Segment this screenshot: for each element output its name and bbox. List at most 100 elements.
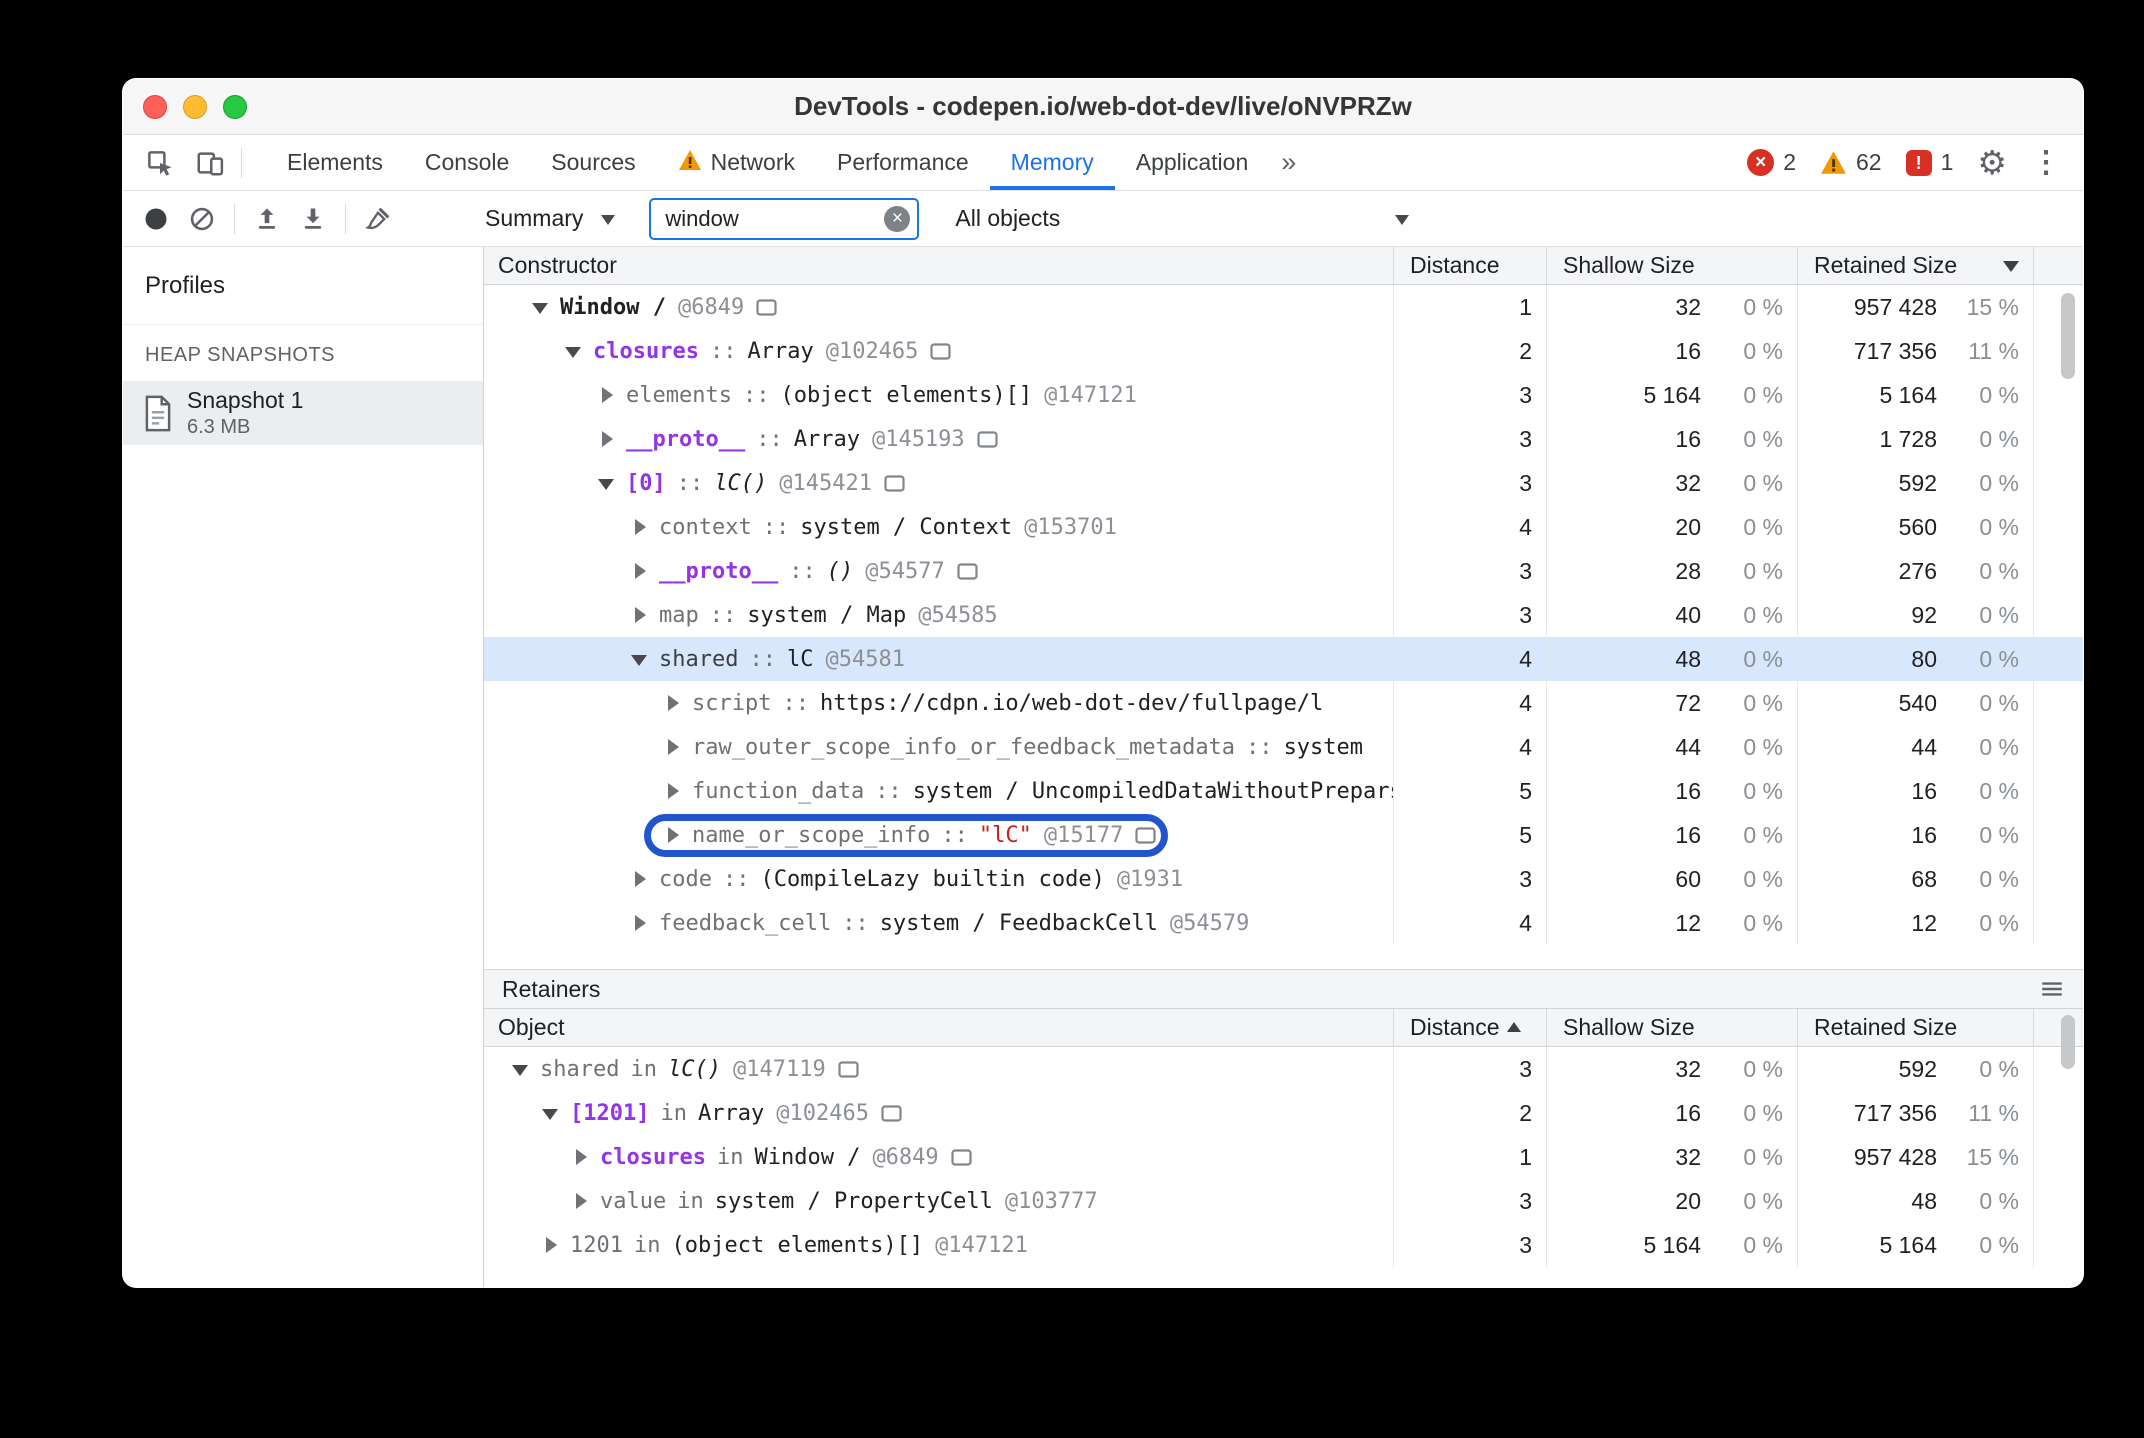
- reveal-object-icon[interactable]: [881, 1104, 902, 1122]
- tree-row[interactable]: Window / @6849 1 32 0 % 957 428 15 %: [484, 285, 2083, 329]
- row-value: system: [1283, 734, 1364, 760]
- more-tabs-button[interactable]: »: [1269, 135, 1308, 190]
- disclosure-triangle[interactable]: [596, 383, 618, 407]
- tree-row[interactable]: raw_outer_scope_info_or_feedback_metadat…: [484, 725, 2083, 769]
- reveal-object-icon[interactable]: [977, 430, 998, 448]
- row-distance: 3: [1393, 373, 1546, 417]
- disclosure-triangle[interactable]: [662, 691, 684, 715]
- disclosure-triangle[interactable]: [570, 1189, 592, 1213]
- column-header-shallow-size[interactable]: Shallow Size: [1546, 247, 1797, 284]
- clear-all-broom-icon[interactable]: [355, 196, 401, 242]
- column-header-retained-size[interactable]: Retained Size: [1797, 247, 2033, 284]
- disclosure-triangle[interactable]: [629, 911, 651, 935]
- clear-profiles-icon[interactable]: [179, 196, 225, 242]
- disclosure-triangle[interactable]: [540, 1233, 562, 1257]
- column-header-shallow-size[interactable]: Shallow Size: [1546, 1009, 1797, 1046]
- tab-console[interactable]: Console: [404, 135, 530, 190]
- tab-memory[interactable]: Memory: [990, 135, 1115, 190]
- disclosure-triangle[interactable]: [596, 471, 618, 495]
- reveal-object-icon[interactable]: [884, 474, 905, 492]
- disclosure-triangle[interactable]: [570, 1145, 592, 1169]
- more-options-kebab-icon[interactable]: ⋮: [2031, 145, 2061, 180]
- tree-row[interactable]: __proto__ :: Array @145193 3 16 0 % 1 72…: [484, 417, 2083, 461]
- tab-elements[interactable]: Elements: [266, 135, 404, 190]
- tree-row[interactable]: closures in Window / @6849 1 32 0 % 957 …: [484, 1135, 2083, 1179]
- disclosure-triangle[interactable]: [662, 823, 684, 847]
- row-separator: ::: [722, 866, 750, 892]
- disclosure-triangle[interactable]: [629, 515, 651, 539]
- record-heap-snapshot-icon[interactable]: [133, 196, 179, 242]
- row-gutter: [2033, 1047, 2083, 1091]
- tree-row[interactable]: [1201] in Array @102465 2 16 0 % 717 356…: [484, 1091, 2083, 1135]
- column-header-constructor[interactable]: Constructor: [484, 247, 1393, 284]
- disclosure-triangle[interactable]: [662, 779, 684, 803]
- tree-row[interactable]: shared :: lC @54581 4 48 0 % 80 0 %: [484, 637, 2083, 681]
- minimize-window-button[interactable]: [183, 95, 207, 119]
- snapshot-item[interactable]: Snapshot 1 6.3 MB: [123, 381, 483, 445]
- column-header-distance[interactable]: Distance: [1393, 1009, 1546, 1046]
- tree-row[interactable]: closures :: Array @102465 2 16 0 % 717 3…: [484, 329, 2083, 373]
- disclosure-triangle[interactable]: [596, 427, 618, 451]
- reveal-object-icon[interactable]: [951, 1148, 972, 1166]
- issues-badge[interactable]: ! 1: [1905, 149, 1953, 176]
- perspective-select[interactable]: Summary: [477, 205, 623, 232]
- tree-row[interactable]: map :: system / Map @54585 3 40 0 % 92 0…: [484, 593, 2083, 637]
- column-header-distance[interactable]: Distance: [1393, 247, 1546, 284]
- reveal-object-icon[interactable]: [838, 1060, 859, 1078]
- tab-application[interactable]: Application: [1115, 135, 1270, 190]
- column-header-object[interactable]: Object: [484, 1009, 1393, 1046]
- scrollbar-thumb[interactable]: [2061, 1015, 2075, 1069]
- tree-row[interactable]: feedback_cell :: system / FeedbackCell @…: [484, 901, 2083, 945]
- row-name-cell: 1201 in (object elements)[] @147121: [484, 1223, 1393, 1267]
- device-toolbar-icon[interactable]: [185, 135, 235, 190]
- class-filter-input[interactable]: [649, 197, 920, 240]
- reveal-object-icon[interactable]: [1135, 826, 1156, 844]
- tree-row[interactable]: context :: system / Context @153701 4 20…: [484, 505, 2083, 549]
- console-warnings-badge[interactable]: 62: [1820, 149, 1882, 176]
- retainers-menu-icon[interactable]: [2039, 976, 2065, 1002]
- disclosure-triangle[interactable]: [510, 1057, 532, 1081]
- reveal-object-icon[interactable]: [756, 298, 777, 316]
- disclosure-triangle[interactable]: [629, 603, 651, 627]
- tab-sources[interactable]: Sources: [530, 135, 656, 190]
- object-scope-select[interactable]: All objects: [943, 205, 1421, 232]
- tree-row[interactable]: code :: (CompileLazy builtin code) @1931…: [484, 857, 2083, 901]
- tree-row[interactable]: shared in lC() @147119 3 32 0 % 592 0 %: [484, 1047, 2083, 1091]
- tree-row[interactable]: [0] :: lC() @145421 3 32 0 % 592 0 %: [484, 461, 2083, 505]
- tab-network[interactable]: Network: [657, 135, 816, 190]
- settings-gear-icon[interactable]: ⚙: [1977, 143, 2007, 182]
- disclosure-triangle[interactable]: [563, 339, 585, 363]
- tree-row[interactable]: 1201 in (object elements)[] @147121 3 5 …: [484, 1223, 2083, 1267]
- disclosure-triangle[interactable]: [629, 559, 651, 583]
- load-profile-icon[interactable]: [244, 196, 290, 242]
- status-cluster: × 2 62 ! 1 ⚙ ⋮: [1747, 135, 2083, 190]
- save-profile-icon[interactable]: [290, 196, 336, 242]
- disclosure-triangle[interactable]: [540, 1101, 562, 1125]
- tree-row[interactable]: elements :: (object elements)[] @147121 …: [484, 373, 2083, 417]
- disclosure-triangle[interactable]: [629, 867, 651, 891]
- row-property-name: [0]: [626, 470, 666, 496]
- row-gutter: [2033, 769, 2083, 813]
- disclosure-triangle[interactable]: [530, 295, 552, 319]
- tree-row[interactable]: script :: https://cdpn.io/web-dot-dev/fu…: [484, 681, 2083, 725]
- tree-row[interactable]: __proto__ :: () @54577 3 28 0 % 276 0 %: [484, 549, 2083, 593]
- row-retained-cell: 560 0 %: [1797, 505, 2033, 549]
- reveal-object-icon[interactable]: [930, 342, 952, 360]
- tree-row[interactable]: name_or_scope_info :: "lC" @15177 5 16 0…: [484, 813, 2083, 857]
- zoom-window-button[interactable]: [223, 95, 247, 119]
- inspect-element-icon[interactable]: [135, 135, 185, 190]
- tree-row[interactable]: value in system / PropertyCell @103777 3…: [484, 1179, 2083, 1223]
- row-name-cell: shared :: lC @54581: [484, 637, 1393, 681]
- console-errors-badge[interactable]: × 2: [1747, 149, 1796, 176]
- scrollbar-thumb[interactable]: [2061, 293, 2075, 379]
- tree-row[interactable]: function_data :: system / UncompiledData…: [484, 769, 2083, 813]
- reveal-object-icon[interactable]: [957, 562, 978, 580]
- close-window-button[interactable]: [143, 95, 167, 119]
- disclosure-triangle[interactable]: [662, 735, 684, 759]
- disclosure-triangle[interactable]: [629, 647, 651, 671]
- column-header-retained-size[interactable]: Retained Size: [1797, 1009, 2033, 1046]
- row-value: system / Context: [800, 514, 1013, 540]
- row-retained-size: 276: [1898, 557, 1937, 584]
- clear-search-icon[interactable]: ×: [884, 205, 911, 232]
- tab-performance[interactable]: Performance: [816, 135, 990, 190]
